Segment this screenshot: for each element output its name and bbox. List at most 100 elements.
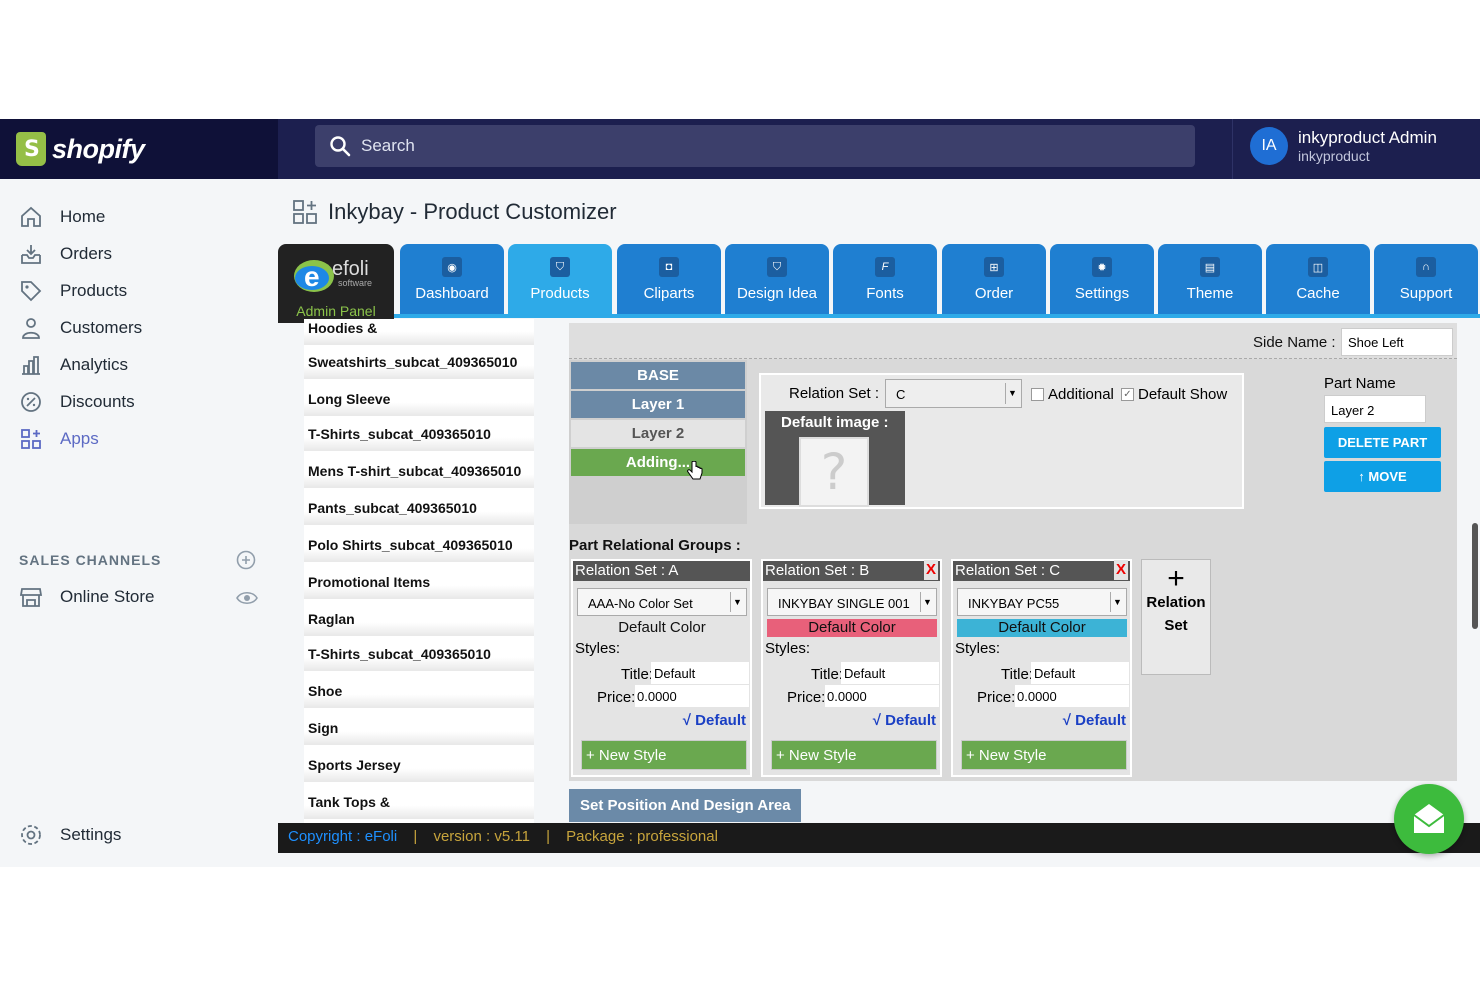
- category-item[interactable]: Sign: [304, 711, 534, 745]
- sidebar-item-orders[interactable]: Orders: [18, 241, 112, 267]
- category-item[interactable]: Shoe: [304, 674, 534, 708]
- avatar: IA: [1250, 127, 1288, 165]
- category-item[interactable]: Pants_subcat_409365010: [304, 491, 534, 525]
- layer-2[interactable]: Layer 2: [571, 420, 745, 447]
- add-layer-button[interactable]: Adding...: [571, 449, 745, 476]
- tab-cache[interactable]: ◫ Cache: [1266, 244, 1370, 316]
- relation-set-select[interactable]: C ▼: [885, 379, 1022, 408]
- layer-1[interactable]: Layer 1: [571, 391, 745, 418]
- default-color-swatch[interactable]: Default Color: [957, 619, 1127, 637]
- title-label: Title:: [621, 666, 653, 683]
- part-name-label: Part Name: [1324, 375, 1396, 392]
- tab-label: Cliparts: [643, 285, 695, 302]
- default-style-marker[interactable]: √ Default: [683, 712, 746, 729]
- styles-label: Styles:: [765, 640, 811, 657]
- layer-base[interactable]: BASE: [571, 362, 745, 389]
- add-channel-icon[interactable]: [236, 550, 256, 575]
- default-style-marker[interactable]: √ Default: [873, 712, 936, 729]
- delete-part-button[interactable]: DELETE PART: [1324, 427, 1441, 458]
- tab-theme[interactable]: ▤ Theme: [1158, 244, 1262, 316]
- category-item[interactable]: Raglan: [304, 602, 534, 636]
- style-price-input[interactable]: 0.0000: [1015, 685, 1129, 707]
- sales-channels-title: SALES CHANNELS: [19, 552, 162, 568]
- relation-group-head: Relation Set : A: [573, 561, 750, 581]
- price-label: Price:: [597, 689, 636, 706]
- tab-cliparts[interactable]: ◘ Cliparts: [617, 244, 721, 316]
- sidebar-item-customers[interactable]: Customers: [18, 315, 142, 341]
- shopify-logo[interactable]: shopify: [0, 119, 278, 179]
- chevron-down-icon: ▼: [1110, 592, 1124, 612]
- relation-group-a: Relation Set : A AAA-No Color Set ▼ Defau…: [571, 559, 752, 777]
- category-item[interactable]: Tank Tops &: [304, 785, 534, 819]
- style-title-input[interactable]: Default: [1031, 662, 1129, 684]
- category-item[interactable]: Long Sleeve: [304, 382, 534, 416]
- shopify-bag-icon: [16, 132, 46, 166]
- theme-icon: ▤: [1200, 257, 1220, 277]
- page-header: Inkybay - Product Customizer: [292, 199, 617, 225]
- efoli-logo-sub: software: [338, 278, 373, 288]
- tab-dashboard[interactable]: ◉ Dashboard: [400, 244, 504, 316]
- default-style-marker[interactable]: √ Default: [1063, 712, 1126, 729]
- tab-label: Settings: [1074, 285, 1130, 302]
- tab-support[interactable]: ∩ Support: [1374, 244, 1478, 316]
- style-price-input[interactable]: 0.0000: [825, 685, 939, 707]
- default-image[interactable]: Default image : ?: [765, 411, 905, 507]
- eye-icon[interactable]: [236, 589, 258, 612]
- remove-group-button[interactable]: X: [923, 560, 938, 580]
- category-item[interactable]: Polo Shirts_subcat_409365010: [304, 528, 534, 562]
- person-icon: [18, 315, 44, 341]
- sidebar-item-products[interactable]: Products: [18, 278, 127, 304]
- add-relation-set-button[interactable]: + Relation Set: [1141, 559, 1211, 675]
- new-style-button[interactable]: + New Style: [581, 740, 747, 770]
- user-menu[interactable]: IA inkyproduct Admin inkyproduct: [1250, 127, 1437, 165]
- part-name-input[interactable]: Layer 2: [1324, 395, 1426, 423]
- sidebar-item-discounts[interactable]: Discounts: [18, 389, 135, 415]
- category-item[interactable]: Promotional Items: [304, 565, 534, 599]
- set-position-button[interactable]: Set Position And Design Area: [569, 789, 801, 822]
- color-set-select[interactable]: INKYBAY SINGLE 001 ▼: [767, 588, 937, 616]
- tab-products[interactable]: ⛉ Products: [508, 244, 612, 316]
- category-item[interactable]: T-Shirts_subcat_409365010: [304, 417, 534, 451]
- remove-group-button[interactable]: X: [1113, 560, 1128, 580]
- move-button[interactable]: ↑ MOVE: [1324, 461, 1441, 492]
- tab-design-idea[interactable]: ⛉ Design Idea: [725, 244, 829, 316]
- default-color-swatch[interactable]: Default Color: [577, 619, 747, 637]
- color-set-select[interactable]: INKYBAY PC55 ▼: [957, 588, 1127, 616]
- tab-underline: [394, 314, 1480, 318]
- style-price-input[interactable]: 0.0000: [635, 685, 749, 707]
- category-item[interactable]: Sweatshirts_subcat_409365010: [304, 345, 534, 379]
- category-item[interactable]: Mens T-shirt_subcat_409365010: [304, 454, 534, 488]
- category-item[interactable]: T-Shirts_subcat_409365010: [304, 637, 534, 671]
- style-title-input[interactable]: Default: [841, 662, 939, 684]
- tab-fonts[interactable]: F Fonts: [833, 244, 937, 316]
- color-set-select[interactable]: AAA-No Color Set ▼: [577, 588, 747, 616]
- checkbox-checked[interactable]: ✓: [1121, 388, 1134, 401]
- divider: [1232, 119, 1233, 179]
- tab-order[interactable]: ⊞ Order: [942, 244, 1046, 316]
- sidebar-item-settings[interactable]: Settings: [18, 822, 121, 848]
- sidebar-item-analytics[interactable]: Analytics: [18, 352, 128, 378]
- checkbox[interactable]: [1031, 388, 1044, 401]
- sidebar-item-apps[interactable]: Apps: [18, 426, 99, 452]
- default-color-swatch[interactable]: Default Color: [767, 619, 937, 637]
- copyright-link[interactable]: Copyright : eFoli: [288, 828, 397, 845]
- chat-button[interactable]: [1394, 784, 1464, 854]
- tab-settings[interactable]: ✹ Settings: [1050, 244, 1154, 316]
- sidebar-item-online-store[interactable]: Online Store: [18, 584, 155, 610]
- footer-separator: |: [546, 828, 550, 845]
- chevron-down-icon: ▼: [730, 592, 744, 612]
- additional-checkbox[interactable]: Additional: [1031, 386, 1114, 403]
- category-item[interactable]: Sports Jersey: [304, 748, 534, 782]
- default-show-checkbox[interactable]: ✓ Default Show: [1121, 386, 1227, 403]
- placeholder-image-icon: ?: [799, 437, 869, 507]
- efoli-admin-panel[interactable]: e efoli software Admin Panel: [278, 244, 394, 323]
- new-style-button[interactable]: + New Style: [771, 740, 937, 770]
- chevron-down-icon: ▼: [1005, 383, 1019, 404]
- scrollbar[interactable]: [1472, 523, 1478, 629]
- search-bar[interactable]: Search: [315, 125, 1195, 167]
- style-title-input[interactable]: Default: [651, 662, 749, 684]
- sidebar-item-home[interactable]: Home: [18, 204, 105, 230]
- side-name-input[interactable]: Shoe Left: [1341, 328, 1453, 356]
- new-style-button[interactable]: + New Style: [961, 740, 1127, 770]
- category-item[interactable]: Hoodies &: [304, 319, 534, 345]
